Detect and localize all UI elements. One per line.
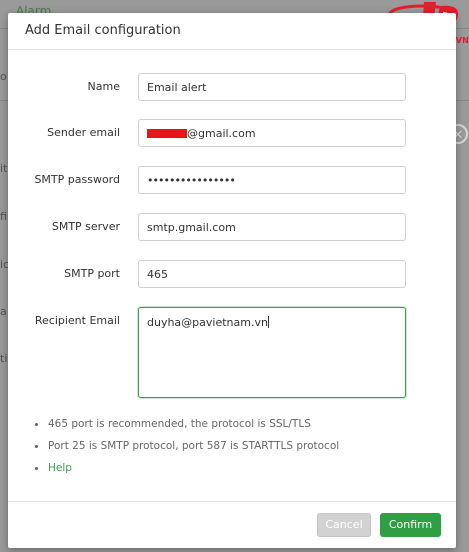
smtp-port-label: SMTP port [64, 267, 120, 280]
hint-item: Port 25 is SMTP protocol, port 587 is ST… [34, 439, 339, 461]
background-text: it [0, 162, 8, 175]
text-caret [267, 316, 269, 328]
hint-item: 465 port is recommended, the protocol is… [34, 417, 339, 439]
name-label: Name [87, 80, 120, 93]
redaction-mark [147, 129, 187, 138]
smtp-password-label: SMTP password [34, 173, 120, 186]
cancel-button[interactable]: Cancel [317, 513, 371, 537]
email-config-dialog: Add Email configuration Name Email alert… [8, 13, 456, 548]
dialog-footer: Cancel Confirm [8, 501, 456, 549]
hint-list: 465 port is recommended, the protocol is… [34, 417, 339, 483]
recipient-email-label: Recipient Email [34, 314, 120, 327]
recipient-email-value: duyha@pavietnam.vn [147, 316, 268, 329]
background-text: fi [0, 210, 7, 223]
sender-email-input[interactable]: @gmail.com [138, 119, 406, 147]
recipient-email-textarea[interactable]: duyha@pavietnam.vn [138, 307, 406, 398]
background-text: ti [0, 352, 8, 365]
name-input[interactable]: Email alert [138, 73, 406, 101]
sender-email-label: Sender email [47, 126, 120, 139]
background-text: a [0, 305, 7, 318]
help-link[interactable]: Help [34, 461, 339, 483]
smtp-password-input[interactable]: •••••••••••••••• [138, 166, 406, 194]
smtp-server-label: SMTP server [51, 220, 120, 233]
smtp-server-input[interactable]: smtp.gmail.com [138, 213, 406, 241]
dialog-header: Add Email configuration [8, 13, 456, 50]
sender-email-value: @gmail.com [187, 127, 256, 140]
smtp-port-input[interactable]: 465 [138, 260, 406, 288]
confirm-button[interactable]: Confirm [380, 513, 441, 537]
dialog-title: Add Email configuration [25, 23, 181, 38]
background-text: o [0, 70, 7, 83]
